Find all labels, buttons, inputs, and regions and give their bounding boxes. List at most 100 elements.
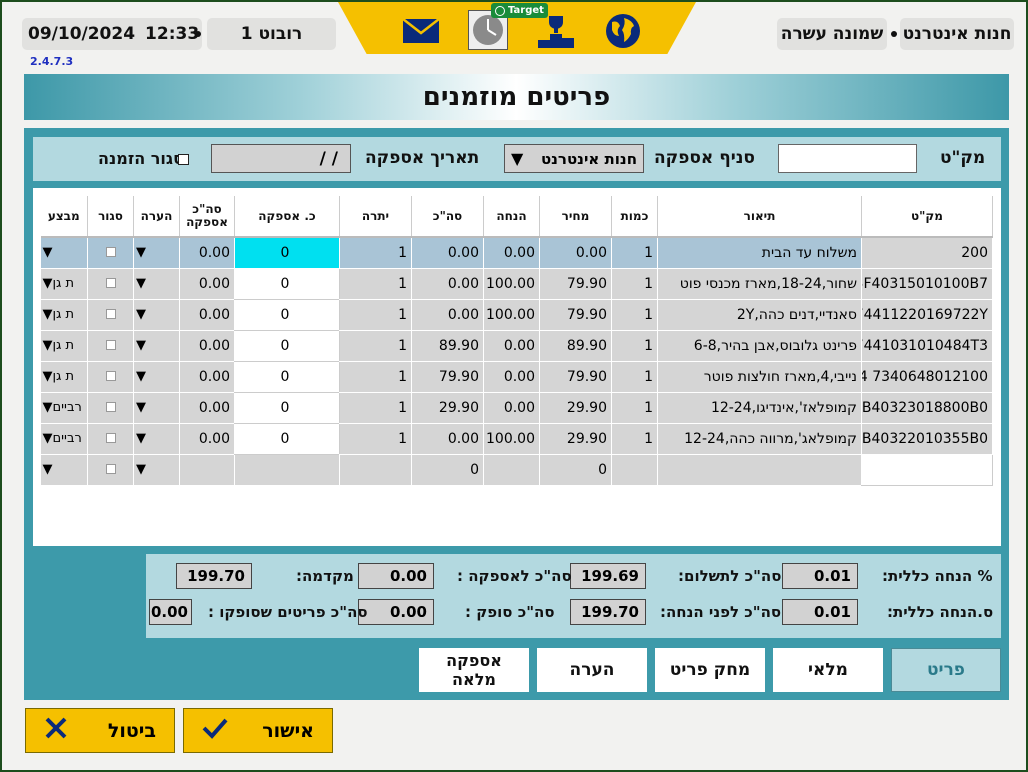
table-row[interactable]: 7340648012100 4נייבי,4,מארז חולצות פוטר1… (40, 361, 993, 393)
cell-remain[interactable]: 1 (339, 361, 412, 393)
cell-supply-total[interactable]: 0.00 (179, 268, 235, 300)
cell-sku[interactable]: 74411220169722Y (861, 299, 993, 331)
cell-qty[interactable]: 1 (611, 237, 658, 269)
cell-sku[interactable]: SB40322010355B0 (861, 423, 993, 455)
cell-price[interactable]: 79.90 (539, 361, 612, 393)
cell-total[interactable]: 89.90 (411, 330, 484, 362)
cell-desc[interactable]: סאנדיי,דנים כהה,2Y (657, 299, 862, 331)
col-sku[interactable]: מק"ט (861, 196, 993, 238)
cell-total[interactable]: 79.90 (411, 361, 484, 393)
col-price[interactable]: מחיר (539, 196, 612, 238)
col-supply-total[interactable]: סה"כ אספקה (179, 196, 235, 238)
col-total[interactable]: סה"כ (411, 196, 484, 238)
cell-qty[interactable]: 1 (611, 392, 658, 424)
cell-remain[interactable]: 1 (339, 268, 412, 300)
cell-price[interactable]: 89.90 (539, 330, 612, 362)
cell-exec[interactable]: ▼ (40, 237, 88, 269)
cell-closed[interactable] (87, 392, 134, 424)
stock-button[interactable]: מלאי (773, 648, 883, 692)
cell-discount[interactable] (483, 454, 540, 486)
cell-note-dropdown[interactable]: ▼ (133, 361, 180, 393)
closed-checkbox[interactable] (105, 463, 116, 474)
item-button[interactable]: פריט (891, 648, 1001, 692)
cell-supply-total[interactable]: 0.00 (179, 361, 235, 393)
cell-exec[interactable]: ▼רביים (40, 423, 88, 455)
cell-supply-qty[interactable]: 0 (234, 423, 340, 455)
col-discount[interactable]: הנחה (483, 196, 540, 238)
cell-discount[interactable]: 100.00 (483, 423, 540, 455)
table-row[interactable]: 74411220169722Y סאנדיי,דנים כהה,2Y 1 79.90 1… (40, 299, 993, 331)
cell-supply-qty[interactable]: 0 (234, 299, 340, 331)
cell-sku[interactable]: 7340648012100 4 (861, 361, 993, 393)
globe-icon[interactable] (604, 12, 642, 50)
cell-note-dropdown[interactable]: ▼ (133, 423, 180, 455)
cell-total[interactable]: 0.00 (411, 299, 484, 331)
cell-remain[interactable]: 1 (339, 392, 412, 424)
cell-supply-qty[interactable] (234, 454, 340, 486)
col-supply-qty[interactable]: כ. אספקה (234, 196, 340, 238)
cell-supply-qty[interactable]: 0 (234, 237, 340, 269)
cancel-button[interactable]: ביטול (25, 708, 175, 753)
cell-qty[interactable]: 1 (611, 268, 658, 300)
cell-desc[interactable]: קמופלאג',מרווה כהה,12-24 (657, 423, 862, 455)
table-row[interactable]: SB40322010355B0 קמופלאג',מרווה כהה,12-24 1… (40, 423, 993, 455)
cell-sku[interactable]: SB40323018800B0 (861, 392, 993, 424)
store-label[interactable]: חנות אינטרנט (900, 18, 1014, 50)
cell-supply-qty[interactable]: 0 (234, 392, 340, 424)
cell-remain[interactable]: 1 (339, 423, 412, 455)
cell-exec[interactable]: ▼ת גן (40, 268, 88, 300)
cell-sku[interactable]: 7441031010484T3 (861, 330, 993, 362)
cell-note-dropdown[interactable]: ▼ (133, 237, 180, 269)
branch-select[interactable]: ▼ חנות אינטרנט (504, 144, 644, 173)
cell-exec[interactable]: ▼ת גן (40, 361, 88, 393)
cell-exec[interactable]: ▼ת גן (40, 330, 88, 362)
col-closed[interactable]: סגור (87, 196, 134, 238)
cell-sku[interactable] (861, 454, 993, 486)
cell-closed[interactable] (87, 299, 134, 331)
cell-price[interactable]: 29.90 (539, 392, 612, 424)
table-row[interactable]: 200 משלוח עד הבית 1 0.00 0.00 0.00 1 0 0.00 ▼ ▼ (40, 237, 993, 269)
table-new-row[interactable]: 0 0 ▼ ▼ (40, 454, 993, 486)
cell-total[interactable]: 29.90 (411, 392, 484, 424)
closed-checkbox[interactable] (105, 308, 116, 319)
cell-note-dropdown[interactable]: ▼ (133, 392, 180, 424)
cell-price[interactable]: 29.90 (539, 423, 612, 455)
cell-desc[interactable]: פרינט גלובוס,אבן בהיר,6-8 (657, 330, 862, 362)
cell-exec[interactable]: ▼רביים (40, 392, 88, 424)
cell-remain[interactable]: 1 (339, 330, 412, 362)
approve-button[interactable]: אישור (183, 708, 333, 753)
close-order-checkbox[interactable] (178, 154, 189, 165)
cell-sku[interactable]: 3F40315010100B7 (861, 268, 993, 300)
cell-closed[interactable] (87, 330, 134, 362)
col-note[interactable]: הערה (133, 196, 180, 238)
cell-total[interactable]: 0.00 (411, 237, 484, 269)
cell-supply-total[interactable]: 0.00 (179, 237, 235, 269)
note-button[interactable]: הערה (537, 648, 647, 692)
cell-closed[interactable] (87, 268, 134, 300)
closed-checkbox[interactable] (105, 370, 116, 381)
table-row[interactable]: 7441031010484T3 פרינט גלובוס,אבן בהיר,6-8… (40, 330, 993, 362)
cell-note-dropdown[interactable]: ▼ (133, 330, 180, 362)
cell-supply-total[interactable]: 0.00 (179, 330, 235, 362)
cell-supply-qty[interactable]: 0 (234, 268, 340, 300)
cell-exec[interactable]: ▼ (40, 454, 88, 486)
cell-closed[interactable] (87, 361, 134, 393)
cell-discount[interactable]: 100.00 (483, 299, 540, 331)
cell-desc[interactable]: קמופלאז',אינדיגו,12-24 (657, 392, 862, 424)
cell-supply-total[interactable]: 0.00 (179, 299, 235, 331)
closed-checkbox[interactable] (105, 401, 116, 412)
cell-supply-total[interactable]: 0.00 (179, 392, 235, 424)
full-supply-button[interactable]: אספקה מלאה (419, 648, 529, 692)
cell-qty[interactable]: 1 (611, 330, 658, 362)
col-remain[interactable]: יתרה (339, 196, 412, 238)
cell-remain[interactable]: 1 (339, 237, 412, 269)
cell-qty[interactable]: 1 (611, 299, 658, 331)
cell-price[interactable]: 79.90 (539, 299, 612, 331)
delete-item-button[interactable]: מחק פריט (655, 648, 765, 692)
col-desc[interactable]: תיאור (657, 196, 862, 238)
cell-closed[interactable] (87, 237, 134, 269)
cell-qty[interactable]: 1 (611, 423, 658, 455)
cell-desc[interactable] (657, 454, 862, 486)
cell-discount[interactable]: 0.00 (483, 361, 540, 393)
cell-closed[interactable] (87, 454, 134, 486)
